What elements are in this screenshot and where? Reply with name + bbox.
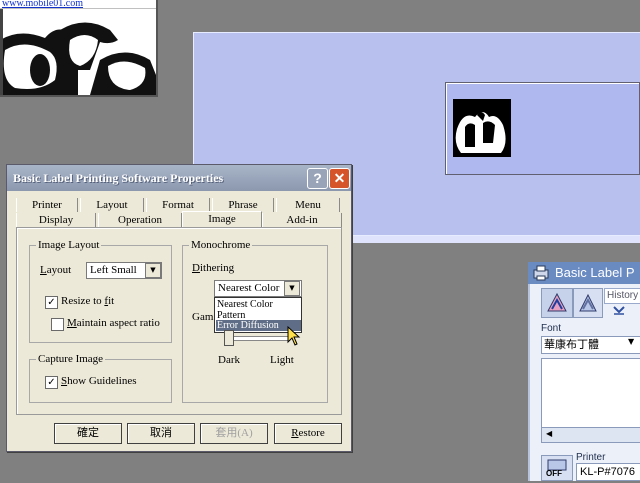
font-label: Font [541,323,562,334]
tab-menu[interactable]: Menu [276,198,340,212]
maintain-aspect-checkbox[interactable] [51,318,64,331]
maintain-aspect-label: Maintain aspect ratio [67,317,160,329]
help-button[interactable]: ? [307,168,328,189]
dithering-label-key: D [192,262,200,274]
monochrome-legend: Monochrome [191,239,251,251]
printer-label: Printer [576,452,606,463]
layout-dropdown-icon[interactable]: ▼ [145,263,161,278]
snoopy-thumbnail [453,99,511,157]
power-off-button[interactable]: OFF [541,455,573,481]
dithering-label-rest: ithering [199,262,235,274]
tool-button-1[interactable] [541,288,573,318]
maintain-label-key: M [67,317,77,329]
resize-to-fit-checkbox[interactable]: ✓ [45,296,58,309]
restore-rest: estore [298,427,325,439]
app-title: Basic Label P [555,265,635,280]
gamma-label: Gam [192,311,214,323]
off-label: OFF [546,469,562,478]
printer-value: KL-P#7076 [580,466,636,478]
resize-to-fit-label: Resize to fit [61,295,114,307]
dithering-label: Dithering [192,262,234,274]
snoopy-image [0,9,156,95]
label-snoopy-image[interactable] [453,99,511,157]
dithering-dropdown-icon[interactable]: ▼ [284,281,300,296]
background-image-window: www.mobile01.com [0,0,158,97]
cancel-button[interactable]: 取消 [127,423,195,444]
dialog-title-bar[interactable]: Basic Label Printing Software Properties… [7,165,351,191]
label-tool-icon-2 [579,293,597,312]
slider-max-label: Light [270,354,294,366]
tab-layout[interactable]: Layout [80,198,144,212]
tab-display[interactable]: Display [16,213,96,227]
printer-icon [533,265,549,281]
dialog-title: Basic Label Printing Software Properties [13,171,224,185]
resize-label-pre: Resize to [61,295,105,307]
image-layout-legend: Image Layout [38,239,100,251]
label-tool-icon [547,292,567,312]
apply-button[interactable]: 套用(A) [200,423,268,444]
restore-key: R [291,427,299,439]
tab-format[interactable]: Format [146,198,210,212]
layout-value: Left Small [90,264,137,276]
tab-operation[interactable]: Operation [98,213,182,227]
font-select[interactable]: 華康布丁體 [541,336,640,354]
capture-image-legend: Capture Image [38,353,104,365]
tab-add-in[interactable]: Add-in [262,213,342,227]
tool-button-2[interactable] [573,288,603,318]
close-button[interactable]: ✕ [329,168,350,189]
resize-label-post: it [108,295,115,307]
layout-label-key: L [40,264,47,276]
mouse-cursor-icon [287,326,301,346]
watermark-url: www.mobile01.com [2,0,84,9]
tab-phrase[interactable]: Phrase [212,198,274,212]
ok-button[interactable]: 確定 [54,423,122,444]
show-guidelines-checkbox[interactable]: ✓ [45,376,58,389]
maintain-label-rest: aintain aspect ratio [76,317,160,329]
scroll-left-icon[interactable]: ◀ [546,429,552,438]
layout-label-rest: ayout [46,264,72,276]
dithering-value: Nearest Color [218,282,280,294]
history-down-icon[interactable] [612,304,626,316]
show-guidelines-label: Show Guidelines [61,375,136,387]
show-guidelines-rest: how Guidelines [67,375,137,387]
printer-select[interactable]: KL-P#7076 [576,463,640,481]
gamma-slider-thumb[interactable] [224,330,234,346]
layout-label: Layout [40,264,71,276]
dithering-option-nearest[interactable]: Nearest Color [216,299,301,310]
horizontal-scrollbar[interactable]: ◀ [541,427,640,443]
help-icon: ? [313,170,322,186]
close-icon: ✕ [333,170,346,186]
tab-printer[interactable]: Printer [16,198,78,212]
slider-min-label: Dark [218,354,240,366]
restore-button[interactable]: Restore [274,423,342,444]
font-value: 華康布丁體 [544,339,599,351]
font-dropdown-icon[interactable]: ▼ [628,337,634,346]
history-box[interactable]: History [604,288,640,304]
